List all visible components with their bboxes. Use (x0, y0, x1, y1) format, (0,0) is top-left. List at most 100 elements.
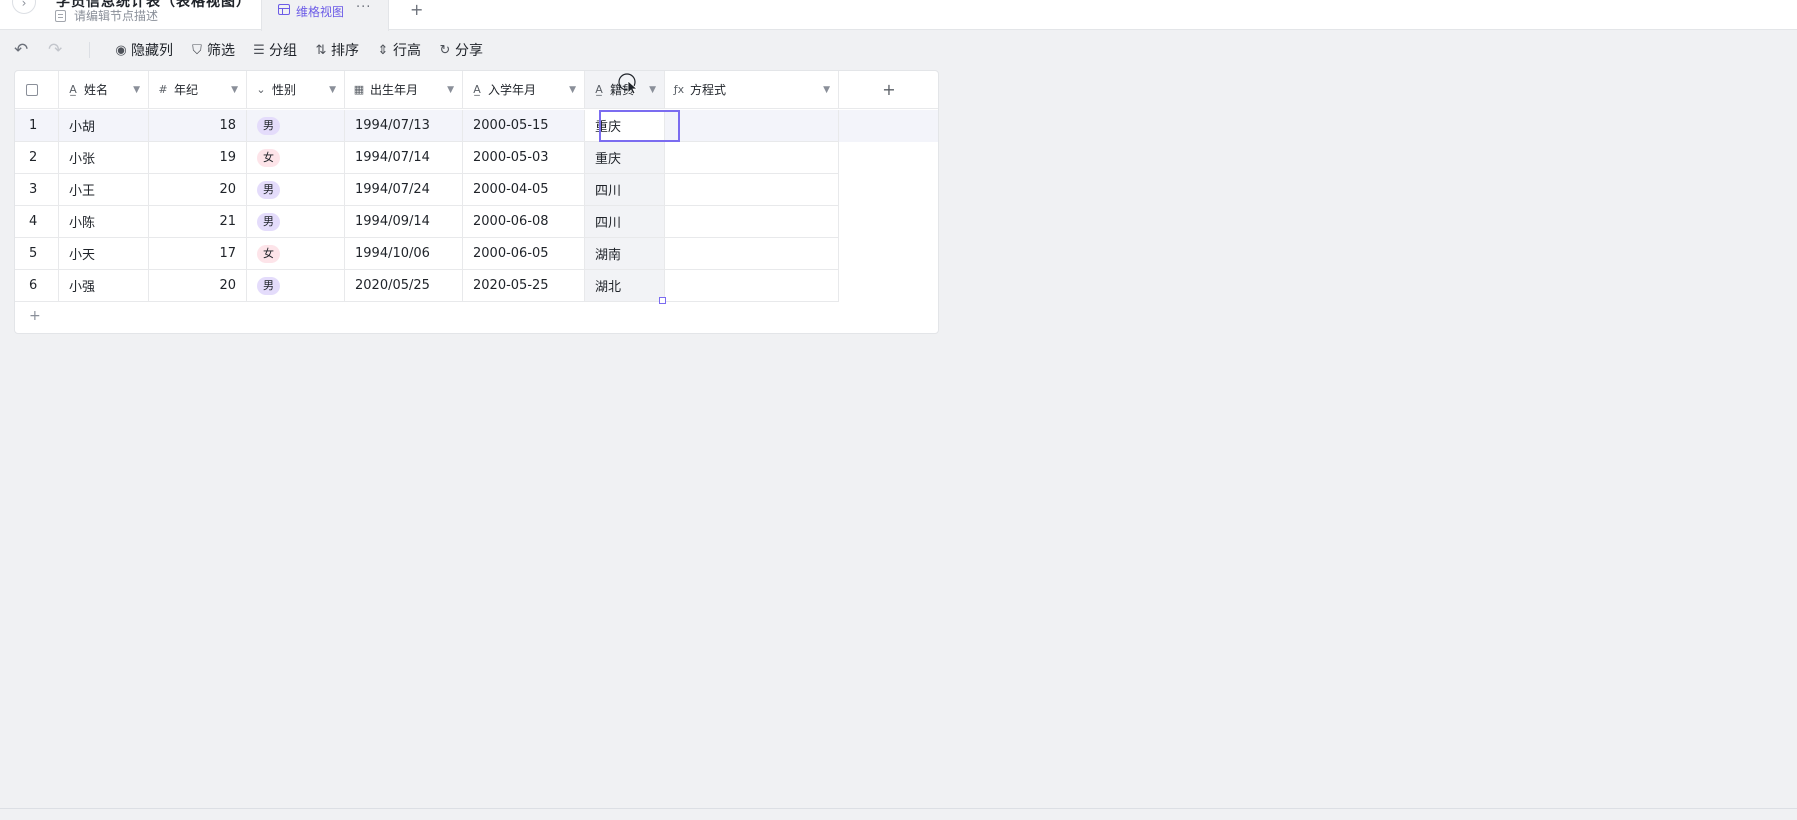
chevron-right-icon: › (21, 0, 27, 10)
caret-down-icon[interactable]: ▼ (447, 85, 454, 95)
row-index: 5 (15, 238, 59, 270)
share-button[interactable]: ↻ 分享 (438, 38, 483, 62)
more-icon[interactable]: ··· (356, 0, 371, 15)
formula-cell[interactable] (665, 206, 839, 238)
undo-icon[interactable]: ↶ (14, 40, 28, 60)
gender-cell[interactable]: 男 (247, 270, 345, 302)
row-index: 4 (15, 206, 59, 238)
table-row[interactable]: 3 小王 20 男 1994/07/24 2000-04-05 四川 (15, 174, 938, 206)
birth-cell[interactable]: 2020/05/25 (345, 270, 463, 302)
collapse-sidebar-button[interactable]: › (12, 0, 36, 14)
caret-down-icon[interactable]: ▼ (231, 85, 238, 95)
age-cell[interactable]: 19 (149, 142, 247, 174)
enroll-cell[interactable]: 2000-06-08 (463, 206, 585, 238)
formula-cell[interactable] (665, 110, 839, 142)
birth-cell[interactable]: 1994/07/13 (345, 110, 463, 142)
column-header-enroll[interactable]: A̲ 入学年月 ▼ (463, 71, 585, 109)
text-icon: A̲ (69, 83, 77, 96)
hide-columns-button[interactable]: ◉ 隐藏列 (114, 38, 173, 62)
date-icon: ▦ (353, 83, 365, 96)
group-button[interactable]: ☰ 分组 (252, 38, 297, 62)
formula-cell[interactable] (665, 174, 839, 206)
sort-button[interactable]: ⇅ 排序 (314, 38, 359, 62)
caret-down-icon[interactable]: ▼ (329, 85, 336, 95)
origin-cell[interactable]: 湖南 (585, 238, 665, 270)
text-icon: A̲ (595, 83, 603, 96)
mouse-cursor-icon (618, 73, 639, 95)
enroll-cell[interactable]: 2000-05-03 (463, 142, 585, 174)
age-cell[interactable]: 20 (149, 270, 247, 302)
table-row[interactable]: 2 小张 19 女 1994/07/14 2000-05-03 重庆 (15, 142, 938, 174)
name-cell[interactable]: 小张 (59, 142, 149, 174)
column-header-name[interactable]: A̲ 姓名 ▼ (59, 71, 149, 109)
gender-cell[interactable]: 男 (247, 174, 345, 206)
row-height-icon: ⇕ (377, 42, 389, 58)
name-cell[interactable]: 小王 (59, 174, 149, 206)
gender-cell[interactable]: 男 (247, 110, 345, 142)
birth-cell[interactable]: 1994/07/14 (345, 142, 463, 174)
column-header-label: 出生年月 (370, 83, 419, 97)
add-view-button[interactable]: + (410, 0, 423, 19)
origin-cell[interactable]: 四川 (585, 174, 665, 206)
add-column-button[interactable]: + (839, 71, 938, 109)
node-description[interactable]: 请编辑节点描述 (55, 7, 158, 24)
column-header-formula[interactable]: ƒx 方程式 ▼ (665, 71, 839, 109)
redo-icon[interactable]: ↷ (48, 40, 62, 60)
sort-icon: ⇅ (315, 42, 327, 58)
table-row[interactable]: 6 小强 20 男 2020/05/25 2020-05-25 湖北 (15, 270, 938, 302)
table-row[interactable]: 5 小天 17 女 1994/10/06 2000-06-05 湖南 (15, 238, 938, 270)
empty-cell (839, 174, 938, 206)
name-cell[interactable]: 小胡 (59, 110, 149, 142)
gender-tag: 男 (257, 116, 280, 135)
origin-cell[interactable]: 重庆 (585, 142, 665, 174)
formula-cell[interactable] (665, 142, 839, 174)
column-header-gender[interactable]: ⌄ 性别 ▼ (247, 71, 345, 109)
birth-cell[interactable]: 1994/10/06 (345, 238, 463, 270)
share-label: 分享 (455, 43, 483, 59)
toolbar-actions: ◉ 隐藏列 ⛉ 筛选 ☰ 分组 ⇅ 排序 ⇕ 行高 ↻ 分享 (114, 38, 483, 62)
tab-grid-view[interactable]: 维格视图 ··· (261, 0, 389, 31)
caret-down-icon[interactable]: ▼ (569, 85, 576, 95)
column-header-birth[interactable]: ▦ 出生年月 ▼ (345, 71, 463, 109)
filter-button[interactable]: ⛉ 筛选 (190, 38, 235, 62)
formula-cell[interactable] (665, 238, 839, 270)
caret-down-icon[interactable]: ▼ (823, 85, 830, 95)
name-cell[interactable]: 小天 (59, 238, 149, 270)
origin-cell[interactable]: 湖北 (585, 270, 665, 302)
birth-cell[interactable]: 1994/07/24 (345, 174, 463, 206)
gender-tag: 男 (257, 212, 280, 231)
select-all-cell (15, 71, 59, 109)
table-row[interactable]: 1 小胡 18 男 1994/07/13 2000-05-15 重庆 (15, 110, 938, 142)
age-cell[interactable]: 20 (149, 174, 247, 206)
row-height-button[interactable]: ⇕ 行高 (376, 38, 421, 62)
name-cell[interactable]: 小陈 (59, 206, 149, 238)
top-tab-bar: › 学员信息统计表（表格视图） 请编辑节点描述 维格视图 ··· + (0, 0, 1797, 31)
gender-cell[interactable]: 女 (247, 238, 345, 270)
caret-down-icon[interactable]: ▼ (649, 85, 656, 95)
name-cell[interactable]: 小强 (59, 270, 149, 302)
gender-cell[interactable]: 女 (247, 142, 345, 174)
caret-down-icon[interactable]: ▼ (133, 85, 140, 95)
birth-cell[interactable]: 1994/09/14 (345, 206, 463, 238)
enroll-cell[interactable]: 2000-04-05 (463, 174, 585, 206)
row-index: 1 (15, 110, 59, 142)
age-cell[interactable]: 21 (149, 206, 247, 238)
enroll-cell[interactable]: 2020-05-25 (463, 270, 585, 302)
formula-cell[interactable] (665, 270, 839, 302)
active-cell-outline (599, 110, 680, 142)
enroll-cell[interactable]: 2000-05-15 (463, 110, 585, 142)
age-cell[interactable]: 17 (149, 238, 247, 270)
empty-cell (839, 270, 938, 302)
select-all-checkbox[interactable] (26, 83, 38, 96)
fill-handle[interactable] (659, 297, 666, 304)
view-toolbar: ↶ ↷ ◉ 隐藏列 ⛉ 筛选 ☰ 分组 ⇅ 排序 ⇕ 行高 ↻ 分享 (0, 38, 700, 62)
share-icon: ↻ (439, 42, 451, 58)
table-row[interactable]: 4 小陈 21 男 1994/09/14 2000-06-08 四川 (15, 206, 938, 238)
gender-cell[interactable]: 男 (247, 206, 345, 238)
column-header-age[interactable]: # 年纪 ▼ (149, 71, 247, 109)
origin-cell[interactable]: 四川 (585, 206, 665, 238)
age-cell[interactable]: 18 (149, 110, 247, 142)
empty-cell (839, 142, 938, 174)
add-row-button[interactable]: + (29, 308, 41, 324)
enroll-cell[interactable]: 2000-06-05 (463, 238, 585, 270)
